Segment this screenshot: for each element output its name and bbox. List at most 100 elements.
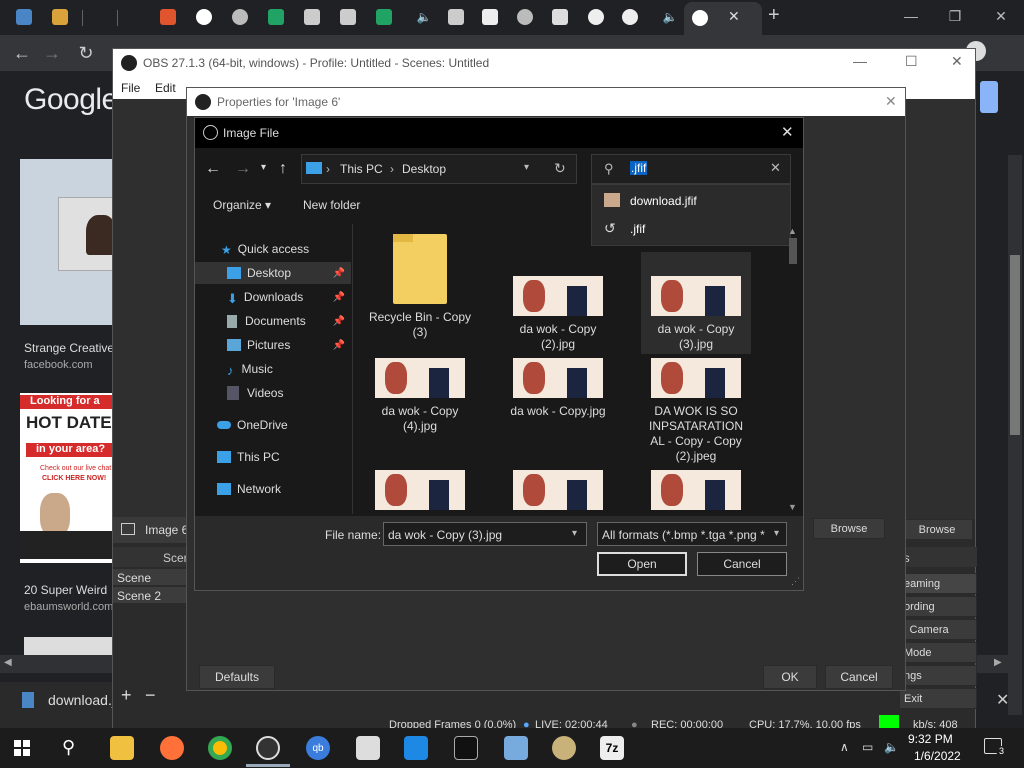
restore-button[interactable]: ❐	[932, 0, 978, 32]
ad-image-3[interactable]	[24, 637, 114, 655]
filename-input[interactable]: da wok - Copy (3).jpg ▾	[383, 522, 587, 546]
file-dialog-close-button[interactable]: ✕	[781, 123, 794, 141]
back-icon[interactable]: ←	[10, 41, 34, 65]
tab-java[interactable]	[546, 4, 574, 30]
clock-date[interactable]: 1/6/2022	[914, 749, 961, 763]
settings-button[interactable]: ngs	[899, 665, 977, 686]
qbittorrent-icon[interactable]: qb	[306, 736, 330, 760]
photos-icon[interactable]	[356, 736, 380, 760]
file-item[interactable]: da wok - Copy.jpg	[503, 358, 613, 419]
cancel-button[interactable]: Cancel	[697, 552, 787, 576]
obs-maximize-button[interactable]: ☐	[905, 53, 918, 70]
file-item[interactable]	[503, 470, 613, 514]
nav-this-pc[interactable]: This PC	[195, 446, 351, 468]
file-item[interactable]	[365, 470, 475, 514]
download-item[interactable]: download.j	[48, 692, 115, 708]
ok-button[interactable]: OK	[763, 665, 817, 689]
app-icon[interactable]	[504, 736, 528, 760]
open-button[interactable]: Open	[597, 552, 687, 576]
ad-title-1[interactable]: Strange Creative	[24, 341, 114, 355]
obs-icon[interactable]	[256, 736, 280, 760]
clock-time[interactable]: 9:32 PM	[908, 732, 953, 746]
tab-github-1[interactable]	[582, 4, 610, 30]
forward-arrow-icon[interactable]: →	[235, 160, 251, 178]
7zip-icon[interactable]: 7z	[600, 736, 624, 760]
new-folder-button[interactable]: New folder	[303, 198, 360, 212]
tab-sheets-2[interactable]	[370, 4, 398, 30]
props-cancel-button[interactable]: Cancel	[825, 665, 893, 689]
start-button[interactable]	[14, 740, 30, 756]
file-item[interactable]	[641, 470, 751, 514]
file-item-selected[interactable]: da wok - Copy (3).jpg	[641, 252, 751, 354]
properties-close-button[interactable]: ✕	[885, 93, 897, 110]
address-dropdown-icon[interactable]: ▾	[524, 162, 529, 173]
breadcrumb-this-pc[interactable]: This PC	[340, 162, 383, 176]
nav-network[interactable]: Network	[195, 478, 351, 500]
file-type-select[interactable]: All formats (*.bmp *.tga *.png * ▾	[597, 522, 787, 546]
add-scene-icon[interactable]: +	[121, 685, 132, 706]
file-item[interactable]: Recycle Bin - Copy (3)	[365, 234, 475, 340]
tab-ext-5[interactable]	[476, 4, 504, 30]
file-item[interactable]: DA WOK IS SO INPSATARATION AL - Copy - C…	[641, 358, 751, 464]
tab-pen[interactable]	[154, 4, 182, 30]
tab-globe-1[interactable]	[226, 4, 254, 30]
chevron-down-icon[interactable]: ▾	[572, 528, 577, 539]
exit-button[interactable]: Exit	[899, 688, 977, 709]
reload-icon[interactable]: ↻	[74, 41, 98, 65]
obs-close-button[interactable]: ✕	[951, 53, 963, 70]
tab-globe-2[interactable]	[511, 4, 539, 30]
suggestion-item[interactable]: download.jfif	[592, 187, 790, 215]
new-tab-button[interactable]: +	[768, 4, 780, 27]
obs-browse-button-2[interactable]: Browse	[901, 519, 973, 540]
defaults-button[interactable]: Defaults	[199, 665, 275, 689]
nav-quick-access[interactable]: ★ Quick access	[195, 238, 351, 260]
search-input[interactable]: .jfif	[630, 161, 648, 175]
tab-google-1[interactable]	[190, 4, 218, 30]
start-streaming-button[interactable]: eaming	[899, 573, 977, 594]
tab-download[interactable]	[10, 4, 38, 30]
network-tray-icon[interactable]: ▭	[862, 740, 873, 754]
search-box[interactable]: ⚲ .jfif ✕	[591, 154, 791, 184]
resize-grip-icon[interactable]: ⋰	[791, 576, 800, 587]
address-bar[interactable]: › This PC › Desktop ▾ ↻	[301, 154, 577, 184]
terminal-icon[interactable]	[454, 736, 478, 760]
tab-ext-3[interactable]	[334, 4, 362, 30]
props-browse-button[interactable]: Browse	[813, 518, 885, 539]
close-shelf-icon[interactable]: ✕	[996, 690, 1009, 710]
up-arrow-icon[interactable]: ↑	[279, 160, 287, 178]
tab-close-button[interactable]: ✕	[728, 8, 740, 25]
tab-ext-4[interactable]	[442, 4, 470, 30]
volume-icon[interactable]: 🔈	[884, 740, 899, 754]
page-scrollbar[interactable]	[1008, 155, 1022, 715]
nav-videos[interactable]: Videos	[195, 382, 351, 404]
file-item[interactable]: da wok - Copy (4).jpg	[365, 358, 475, 434]
signin-button[interactable]	[980, 81, 998, 113]
nav-documents[interactable]: Documents 📌	[195, 310, 351, 332]
paint-icon[interactable]	[552, 736, 576, 760]
back-arrow-icon[interactable]: ←	[205, 160, 221, 178]
tab-extension[interactable]	[46, 4, 74, 30]
tab-ext-2[interactable]	[298, 4, 326, 30]
file-explorer-icon[interactable]	[110, 736, 134, 760]
nav-downloads[interactable]: ⬇ Downloads 📌	[195, 286, 351, 308]
remove-scene-icon[interactable]: −	[145, 685, 156, 706]
tab-audio-1[interactable]: 🔈	[410, 4, 438, 30]
ad-image-2[interactable]: Looking for a HOT DATE in your area? Che…	[20, 393, 116, 563]
studio-mode-button[interactable]: Mode	[899, 642, 977, 663]
recent-locations-icon[interactable]: ▾	[261, 162, 266, 173]
firefox-icon[interactable]	[160, 736, 184, 760]
media-player-icon[interactable]	[404, 736, 428, 760]
close-window-button[interactable]: ✕	[978, 0, 1024, 32]
ad-title-2[interactable]: 20 Super Weird	[24, 583, 107, 597]
minimize-button[interactable]: —	[888, 0, 934, 32]
nav-music[interactable]: ♪ Music	[195, 358, 351, 380]
nav-pictures[interactable]: Pictures 📌	[195, 334, 351, 356]
tab-github-2[interactable]	[616, 4, 644, 30]
tab-audio-2[interactable]: 🔈	[656, 4, 684, 30]
file-list-scrollbar[interactable]: ▲ ▼	[787, 224, 799, 514]
menu-edit[interactable]: Edit	[155, 81, 176, 95]
nav-onedrive[interactable]: OneDrive	[195, 414, 351, 436]
chrome-icon[interactable]	[208, 736, 232, 760]
breadcrumb-desktop[interactable]: Desktop	[402, 162, 446, 176]
search-icon[interactable]: ⚲	[62, 737, 75, 758]
